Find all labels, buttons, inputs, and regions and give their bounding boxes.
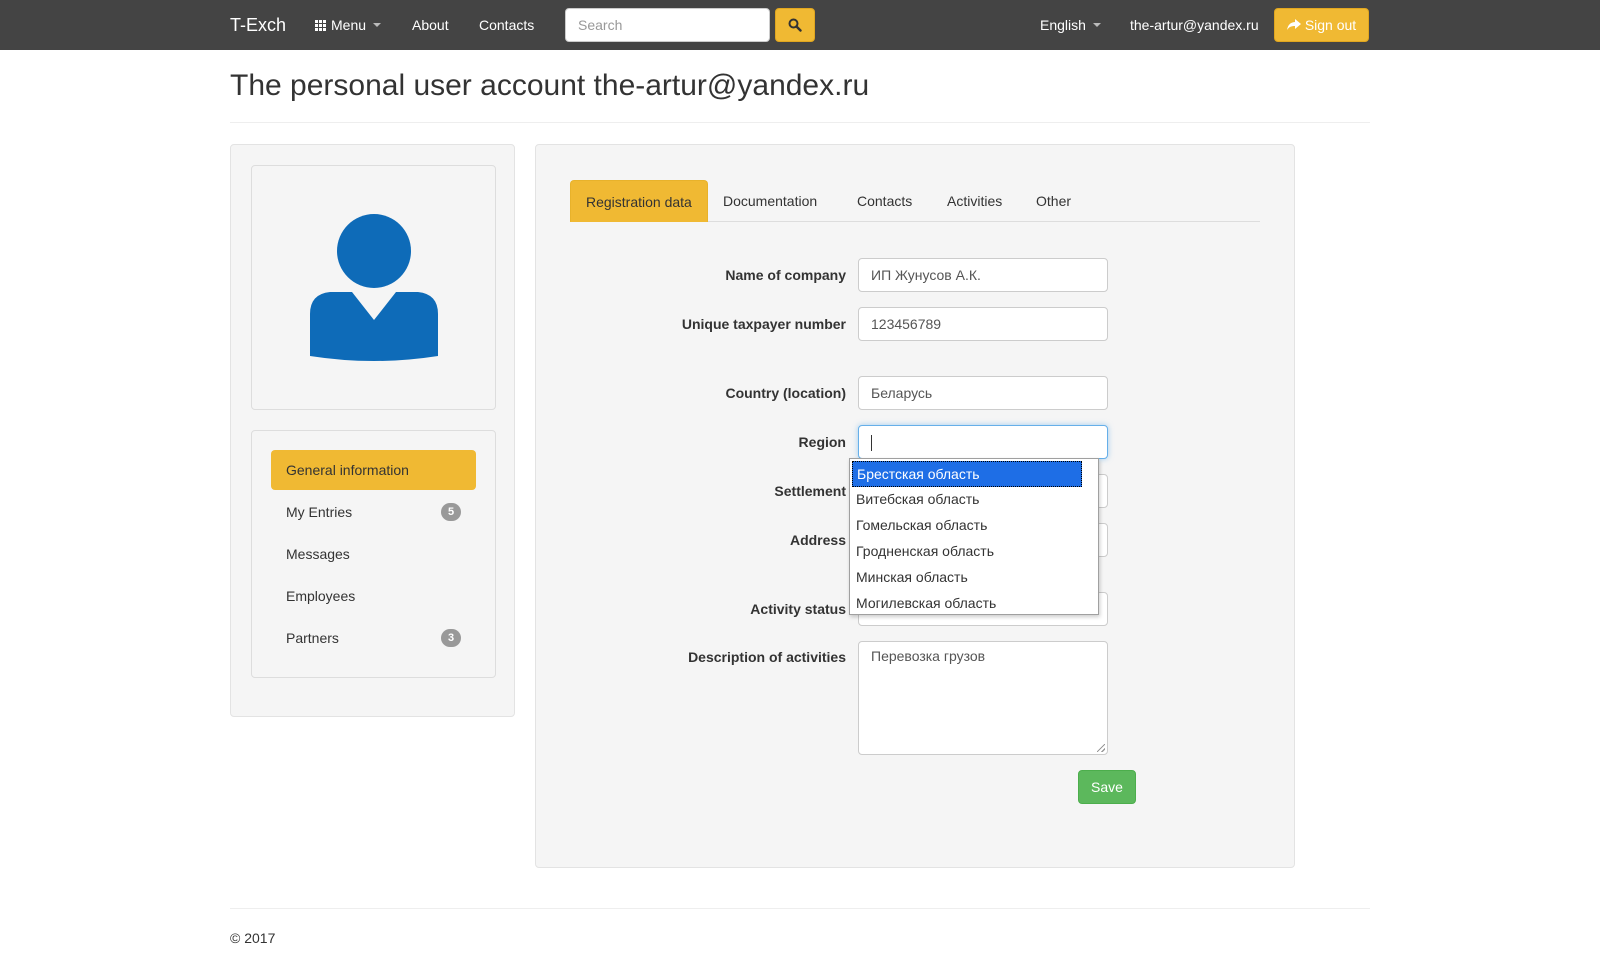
text-cursor: [871, 435, 872, 452]
region-field[interactable]: [858, 425, 1108, 459]
tab-bar: Registration data Documentation Contacts…: [570, 180, 1260, 222]
description-textarea[interactable]: Перевозка грузов: [858, 641, 1108, 755]
sidebar-item-label: Employees: [286, 588, 356, 604]
menu-label: Menu: [331, 17, 367, 33]
region-option[interactable]: Могилевская область: [852, 591, 1082, 617]
search-input[interactable]: [565, 8, 770, 42]
region-option[interactable]: Витебская область: [852, 487, 1082, 513]
sign-out-label: Sign out: [1304, 17, 1357, 33]
sidebar-item-label: My Entries: [286, 504, 353, 520]
user-email-link[interactable]: the-artur@yandex.ru: [1130, 15, 1259, 35]
description-label: Description of activities: [688, 649, 846, 665]
address-label: Address: [789, 532, 846, 548]
count-badge: 5: [441, 503, 461, 521]
footer-divider: [230, 908, 1370, 909]
user-silhouette-icon: [310, 214, 438, 361]
share-arrow-icon: [1286, 19, 1301, 30]
sidebar-item-label: Messages: [286, 546, 350, 562]
sidebar-item-label: General information: [286, 462, 409, 478]
search-button[interactable]: [775, 8, 815, 42]
region-option[interactable]: Брестская область: [852, 461, 1082, 487]
activity-status-label: Activity status: [750, 601, 846, 617]
region-dropdown-list: Брестская область Витебская область Гоме…: [849, 458, 1099, 615]
search-icon: [788, 18, 802, 32]
menu-dropdown-toggle[interactable]: Menu: [315, 15, 382, 35]
nav-link-contacts[interactable]: Contacts: [479, 15, 534, 35]
taxpayer-number-label: Unique taxpayer number: [681, 316, 846, 332]
caret-down-icon: [373, 23, 382, 27]
description-value: Перевозка грузов: [871, 648, 986, 664]
sidebar-item-label: Partners: [286, 630, 339, 646]
tab-documentation[interactable]: Documentation: [708, 180, 832, 222]
tab-activities[interactable]: Activities: [932, 180, 1017, 222]
sidebar-item-employees[interactable]: Employees: [271, 576, 476, 616]
save-button[interactable]: Save: [1078, 770, 1136, 804]
region-option[interactable]: Минская область: [852, 565, 1082, 591]
sign-out-button[interactable]: Sign out: [1274, 8, 1369, 42]
tab-registration-data[interactable]: Registration data: [570, 180, 708, 222]
top-navbar: T-Exch Menu About Contacts English the-a…: [0, 0, 1600, 50]
profile-sidebar: General information My Entries 5 Message…: [230, 144, 515, 717]
language-label: English: [1040, 17, 1086, 33]
footer-copyright: © 2017: [230, 930, 276, 946]
sidebar-item-general-information[interactable]: General information: [271, 450, 476, 490]
language-dropdown[interactable]: English: [1040, 15, 1101, 35]
header-divider: [230, 122, 1370, 123]
company-name-field[interactable]: ИП Жунусов А.К.: [858, 258, 1108, 292]
sidebar-item-partners[interactable]: Partners 3: [271, 618, 476, 658]
settlement-label: Settlement: [774, 483, 846, 499]
grid-icon: [315, 19, 326, 31]
region-label: Region: [798, 434, 846, 450]
avatar: [251, 165, 496, 410]
resize-handle-icon[interactable]: [1097, 744, 1105, 752]
tab-contacts[interactable]: Contacts: [842, 180, 927, 222]
region-option[interactable]: Гомельская область: [852, 513, 1082, 539]
count-badge: 3: [441, 629, 461, 647]
taxpayer-number-field[interactable]: 123456789: [858, 307, 1108, 341]
caret-down-icon: [1092, 23, 1101, 27]
brand-logo[interactable]: T-Exch: [230, 14, 286, 36]
country-field[interactable]: Беларусь: [858, 376, 1108, 410]
nav-link-about[interactable]: About: [412, 15, 449, 35]
sidebar-nav: General information My Entries 5 Message…: [251, 430, 496, 678]
tab-other[interactable]: Other: [1021, 180, 1086, 222]
sidebar-item-messages[interactable]: Messages: [271, 534, 476, 574]
page-title: The personal user account the-artur@yand…: [230, 69, 870, 102]
sidebar-item-my-entries[interactable]: My Entries 5: [271, 492, 476, 532]
region-option[interactable]: Гродненская область: [852, 539, 1082, 565]
country-label: Country (location): [725, 385, 846, 401]
company-name-label: Name of company: [725, 267, 846, 283]
